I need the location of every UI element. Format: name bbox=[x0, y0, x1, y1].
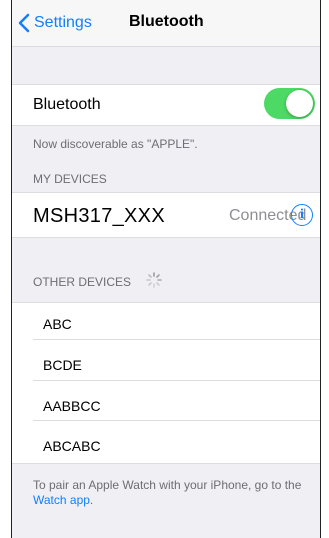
footer-suffix: . bbox=[89, 493, 94, 507]
device-name: MSH317_XXX bbox=[33, 205, 165, 227]
bluetooth-label: Bluetooth bbox=[33, 96, 101, 113]
list-item[interactable]: AABBCC bbox=[43, 398, 101, 414]
footer-text: To pair an Apple Watch with your iPhone,… bbox=[33, 478, 302, 492]
chevron-left-icon bbox=[18, 13, 30, 33]
footer-note: To pair an Apple Watch with your iPhone,… bbox=[33, 478, 313, 508]
list-item[interactable]: ABC bbox=[43, 316, 72, 332]
list-item[interactable]: BCDE bbox=[43, 357, 82, 373]
info-icon[interactable]: i bbox=[291, 204, 313, 226]
toggle-knob bbox=[286, 90, 313, 117]
other-devices-header: OTHER DEVICES bbox=[33, 275, 132, 289]
page-title: Bluetooth bbox=[129, 13, 204, 30]
discoverable-text: Now discoverable as "APPLE". bbox=[33, 137, 198, 151]
my-devices-header: MY DEVICES bbox=[33, 172, 107, 186]
loading-spinner-icon bbox=[146, 272, 162, 288]
back-label: Settings bbox=[34, 14, 92, 31]
bluetooth-toggle[interactable] bbox=[264, 88, 315, 119]
navigation-bar: Settings Bluetooth bbox=[12, 0, 320, 47]
back-button[interactable]: Settings bbox=[18, 11, 92, 35]
list-item[interactable]: ABCABC bbox=[43, 438, 101, 454]
watch-app-link[interactable]: Watch app bbox=[33, 493, 90, 507]
settings-screen: Settings Bluetooth Bluetooth Now discove… bbox=[11, 0, 321, 538]
